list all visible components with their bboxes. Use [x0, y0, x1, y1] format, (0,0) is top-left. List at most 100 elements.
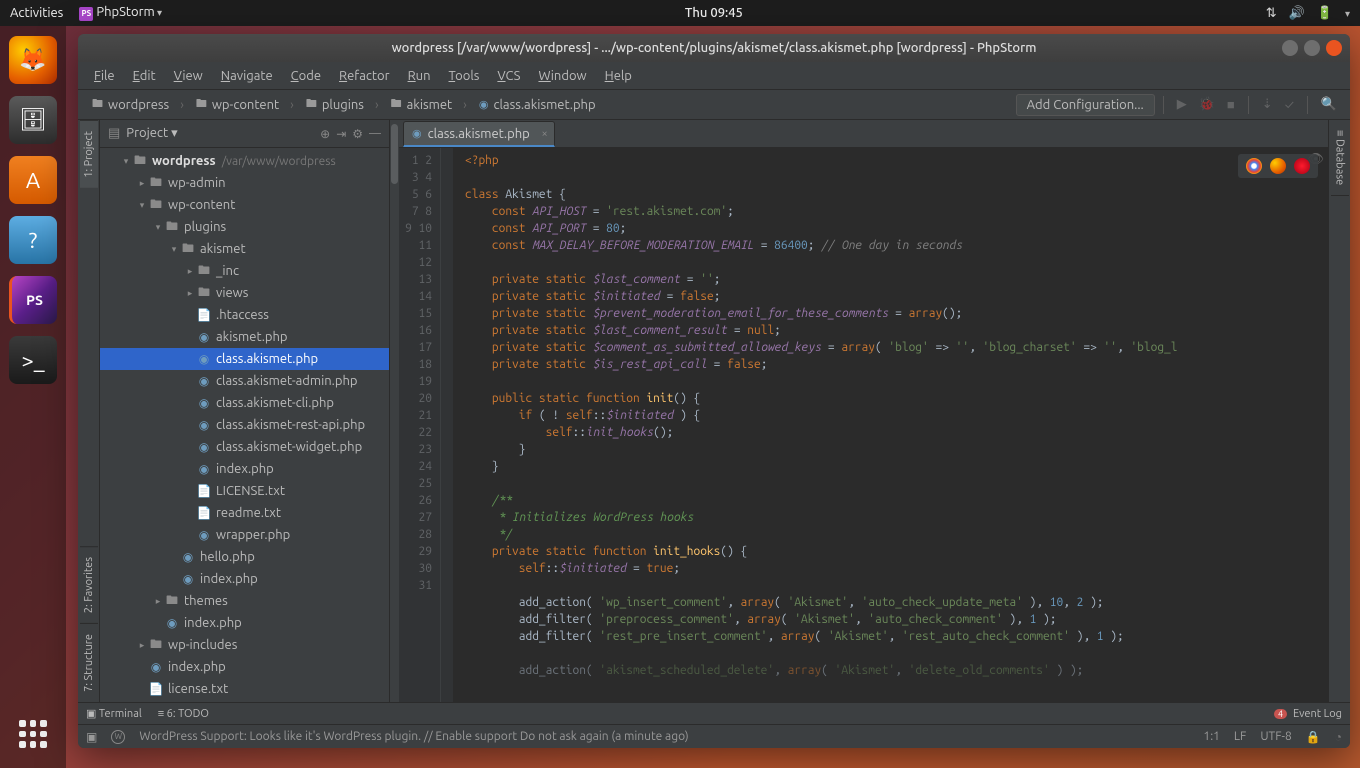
- menu-edit[interactable]: Edit: [125, 65, 164, 87]
- app-menu[interactable]: PS PhpStorm: [79, 5, 162, 21]
- tree-item[interactable]: ◉index.php: [100, 568, 389, 590]
- window-close[interactable]: [1326, 40, 1342, 56]
- tree-item[interactable]: ◉class.akismet-widget.php: [100, 436, 389, 458]
- project-view-selector[interactable]: Project ▾: [126, 126, 314, 141]
- menu-tools[interactable]: Tools: [441, 65, 488, 87]
- tree-item[interactable]: ▸🖿wp-admin: [100, 172, 389, 194]
- tree-item[interactable]: ▾🖿wordpress/var/www/wordpress: [100, 150, 389, 172]
- vcs-update-icon[interactable]: ⇣: [1257, 97, 1278, 112]
- tree-item[interactable]: ◉wrapper.php: [100, 524, 389, 546]
- editor-tab[interactable]: ◉ class.akismet.php ×: [403, 121, 555, 147]
- menu-refactor[interactable]: Refactor: [331, 65, 398, 87]
- search-everywhere-icon[interactable]: 🔍: [1316, 97, 1342, 112]
- dock-software[interactable]: A: [9, 156, 57, 204]
- window-maximize[interactable]: [1304, 40, 1320, 56]
- volume-icon[interactable]: 🔊: [1289, 6, 1305, 21]
- window-titlebar[interactable]: wordpress [/var/www/wordpress] - .../wp-…: [78, 34, 1350, 62]
- tree-item[interactable]: ▸🖿wp-includes: [100, 634, 389, 656]
- tool-tab-todo[interactable]: ≡ 6: TODO: [158, 708, 209, 720]
- tool-tab-structure[interactable]: 7: Structure: [80, 623, 98, 702]
- tree-item[interactable]: ◉class.akismet-cli.php: [100, 392, 389, 414]
- battery-icon[interactable]: 🔋: [1317, 6, 1333, 21]
- vcs-commit-icon[interactable]: ✓: [1280, 98, 1299, 112]
- caret-position[interactable]: 1:1: [1203, 730, 1220, 743]
- dock-help[interactable]: ?: [9, 216, 57, 264]
- dock-terminal[interactable]: >_: [9, 336, 57, 384]
- add-configuration-button[interactable]: Add Configuration...: [1016, 94, 1155, 116]
- breadcrumb-class.akismet.php[interactable]: ◉class.akismet.php: [473, 95, 613, 115]
- breadcrumb-plugins[interactable]: 🖿plugins: [300, 92, 385, 117]
- line-separator[interactable]: LF: [1234, 730, 1246, 743]
- fold-gutter[interactable]: [441, 148, 453, 702]
- line-numbers[interactable]: 1 2 3 4 5 6 7 8 9 10 11 12 13 14 15 16 1…: [399, 148, 441, 702]
- file-encoding[interactable]: UTF-8: [1260, 730, 1291, 743]
- tree-item[interactable]: ▾🖿wp-content: [100, 194, 389, 216]
- debug-icon[interactable]: 🐞: [1194, 97, 1220, 112]
- system-menu[interactable]: [1345, 6, 1350, 20]
- tree-item[interactable]: ◉class.akismet.php: [100, 348, 389, 370]
- scroll-from-source-icon[interactable]: ⊕: [320, 127, 330, 141]
- tree-item[interactable]: ◉akismet.php: [100, 326, 389, 348]
- clock[interactable]: Thu 09:45: [162, 6, 1266, 20]
- tree-item[interactable]: ▾🖿akismet: [100, 238, 389, 260]
- dock-phpstorm[interactable]: PS: [9, 276, 57, 324]
- tool-tab-project[interactable]: 1: Project: [80, 120, 98, 188]
- close-tab-icon[interactable]: ×: [542, 128, 548, 140]
- dock-files[interactable]: 🗄: [9, 96, 57, 144]
- window-minimize[interactable]: [1282, 40, 1298, 56]
- left-tool-stripe: 1: Project 2: Favorites 7: Structure: [78, 120, 100, 702]
- tool-tab-event-log[interactable]: Event Log: [1293, 708, 1342, 720]
- menu-file[interactable]: File: [86, 65, 123, 87]
- tool-tab-favorites[interactable]: 2: Favorites: [80, 546, 98, 623]
- activities-button[interactable]: Activities: [10, 6, 63, 20]
- tree-item[interactable]: 📄license.txt: [100, 678, 389, 700]
- network-icon[interactable]: ⇅: [1266, 6, 1277, 21]
- collapse-all-icon[interactable]: ⇥: [336, 127, 346, 141]
- menu-code[interactable]: Code: [283, 65, 329, 87]
- tree-item[interactable]: ▾🖿plugins: [100, 216, 389, 238]
- wordpress-icon[interactable]: W: [111, 730, 125, 744]
- menu-view[interactable]: View: [166, 65, 211, 87]
- tree-item[interactable]: 📄LICENSE.txt: [100, 480, 389, 502]
- run-icon[interactable]: ▶: [1172, 97, 1192, 112]
- menu-run[interactable]: Run: [400, 65, 439, 87]
- firefox-icon[interactable]: [1270, 158, 1286, 174]
- opera-icon[interactable]: [1294, 158, 1310, 174]
- chrome-icon[interactable]: [1246, 158, 1262, 174]
- hide-icon[interactable]: —: [369, 127, 381, 140]
- bottom-tool-stripe: ▣ Terminal ≡ 6: TODO 4 Event Log: [78, 702, 1350, 724]
- tree-item[interactable]: ▸🖿views: [100, 282, 389, 304]
- menu-help[interactable]: Help: [597, 65, 640, 87]
- readonly-lock-icon[interactable]: 🔒: [1306, 730, 1321, 744]
- menu-vcs[interactable]: VCS: [489, 65, 528, 87]
- menu-navigate[interactable]: Navigate: [213, 65, 281, 87]
- project-tool-window: ▤ Project ▾ ⊕ ⇥ ⚙ — ▾🖿wordpress/var/www/…: [100, 120, 390, 702]
- tool-tab-terminal[interactable]: ▣ Terminal: [86, 707, 142, 720]
- dock-firefox[interactable]: 🦊: [9, 36, 57, 84]
- tool-window-quick-access-icon[interactable]: ▣: [86, 730, 97, 744]
- status-message[interactable]: WordPress Support: Looks like it's WordP…: [139, 730, 1189, 743]
- tree-item[interactable]: ◉index.php: [100, 656, 389, 678]
- code-content[interactable]: <?php class Akismet { const API_HOST = '…: [453, 148, 1328, 702]
- tree-item[interactable]: ▸🖿themes: [100, 590, 389, 612]
- menu-window[interactable]: Window: [530, 65, 594, 87]
- tree-item[interactable]: ◉hello.php: [100, 546, 389, 568]
- breadcrumb-wp-content[interactable]: 🖿wp-content: [190, 92, 300, 117]
- settings-icon[interactable]: ⚙: [352, 127, 363, 141]
- tree-item[interactable]: ▸🖿_inc: [100, 260, 389, 282]
- tree-item[interactable]: ◉index.php: [100, 612, 389, 634]
- stop-icon[interactable]: ■: [1222, 97, 1240, 112]
- menu-bar: FileEditViewNavigateCodeRefactorRunTools…: [78, 62, 1350, 90]
- breadcrumb-wordpress[interactable]: 🖿wordpress: [86, 92, 190, 117]
- inspections-indicator-icon[interactable]: ◔: [1335, 730, 1342, 744]
- tree-item[interactable]: ◉class.akismet-admin.php: [100, 370, 389, 392]
- tree-item[interactable]: 📄readme.txt: [100, 502, 389, 524]
- dock-apps-grid[interactable]: [9, 710, 57, 758]
- project-tree[interactable]: ▾🖿wordpress/var/www/wordpress▸🖿wp-admin▾…: [100, 148, 389, 702]
- tree-item[interactable]: ◉index.php: [100, 458, 389, 480]
- tree-item[interactable]: 📄.htaccess: [100, 304, 389, 326]
- tree-item[interactable]: ◉class.akismet-rest-api.php: [100, 414, 389, 436]
- breadcrumb-akismet[interactable]: 🖿akismet: [385, 92, 473, 117]
- project-scrollbar[interactable]: [390, 120, 399, 702]
- tool-tab-database[interactable]: ≡ Database: [1331, 120, 1349, 196]
